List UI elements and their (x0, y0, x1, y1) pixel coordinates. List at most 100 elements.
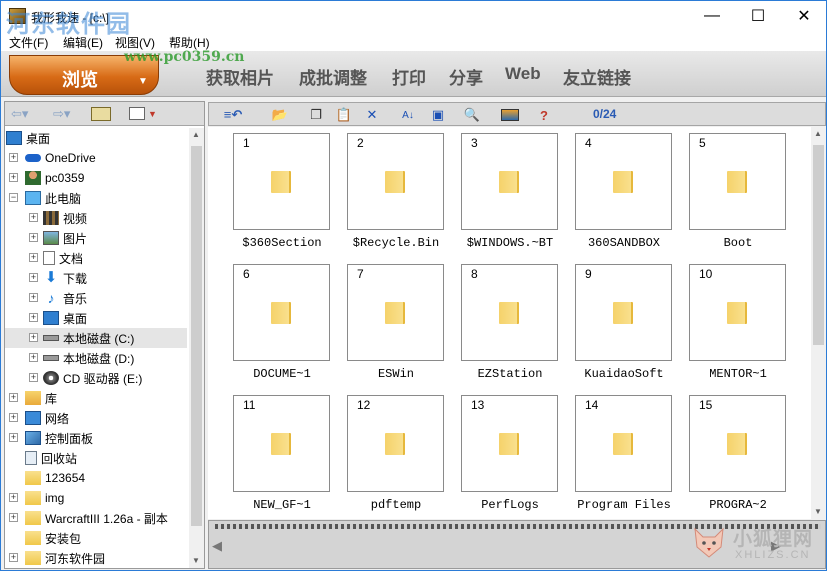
tree-item-downloads[interactable]: + ⬇ 下载 (5, 268, 87, 288)
tree-item-drive-d[interactable]: + 本地磁盘 (D:) (5, 348, 134, 368)
up-folder-icon[interactable] (91, 107, 111, 121)
thumbnail-frame[interactable]: 13 (461, 395, 558, 492)
tree-item-img[interactable]: + img (5, 488, 64, 508)
expand-icon[interactable]: + (29, 313, 38, 322)
thumbnail-frame[interactable]: 14 (575, 395, 672, 492)
expand-icon[interactable]: + (9, 153, 18, 162)
sort-order-icon[interactable]: ≡↶ (213, 106, 253, 124)
tree-item-onedrive[interactable]: + OneDrive (5, 148, 96, 168)
expand-icon[interactable]: + (9, 413, 18, 422)
thumbnail-frame[interactable]: 3 (461, 133, 558, 230)
tree-item-pictures[interactable]: + 图片 (5, 228, 87, 248)
thumbnail-frame[interactable]: 5 (689, 133, 786, 230)
tree-item-music[interactable]: + ♪ 音乐 (5, 288, 87, 308)
tab-share[interactable]: 分享 (449, 64, 483, 89)
thumbnail-item[interactable]: 15 PROGRA~2 (689, 395, 789, 515)
thumbnail-frame[interactable]: 12 (347, 395, 444, 492)
tree-scrollbar[interactable]: ▲ ▼ (189, 128, 204, 568)
expand-icon[interactable]: + (29, 273, 38, 282)
thumbnail-item[interactable]: 12 pdftemp (347, 395, 447, 515)
thumbnail-item[interactable]: 6 DOCUME~1 (233, 264, 333, 384)
thumbnail-frame[interactable]: 4 (575, 133, 672, 230)
scroll-down-icon[interactable]: ▼ (192, 556, 200, 565)
tab-print[interactable]: 打印 (392, 64, 426, 89)
tab-web[interactable]: Web (505, 64, 541, 84)
expand-icon[interactable]: + (9, 173, 18, 182)
expand-icon[interactable]: + (29, 213, 38, 222)
scroll-up-icon[interactable]: ▲ (192, 130, 200, 139)
maximize-button[interactable]: ☐ (735, 1, 781, 31)
thumbnail-scroll-thumb[interactable] (813, 145, 824, 345)
menu-edit[interactable]: 编辑(E) (63, 34, 103, 51)
thumbnail-item[interactable]: 9 KuaidaoSoft (575, 264, 675, 384)
sort-az-icon[interactable]: A↓ (399, 106, 417, 124)
tree-item-warcraft[interactable]: + WarcraftIII 1.26a - 副本 (5, 508, 168, 528)
view-mode-icon[interactable] (129, 107, 145, 120)
expand-icon[interactable]: + (29, 353, 38, 362)
thumbnail-frame[interactable]: 9 (575, 264, 672, 361)
film-left-arrow-icon[interactable]: ◀ (212, 538, 222, 554)
expand-icon[interactable]: + (9, 493, 18, 502)
delete-icon[interactable]: ✕ (363, 106, 381, 124)
scroll-up-icon[interactable]: ▲ (814, 129, 822, 138)
thumbnail-item[interactable]: 2 $Recycle.Bin (347, 133, 447, 253)
expand-icon[interactable]: + (9, 393, 18, 402)
expand-icon[interactable]: + (9, 433, 18, 442)
thumbnail-frame[interactable]: 10 (689, 264, 786, 361)
tree-item-control-panel[interactable]: + 控制面板 (5, 428, 93, 448)
thumbnail-frame[interactable]: 15 (689, 395, 786, 492)
close-button[interactable]: ✕ (781, 1, 827, 31)
thumbnail-item[interactable]: 4 360SANDBOX (575, 133, 675, 253)
thumbnail-item[interactable]: 1 $360Section (233, 133, 333, 253)
thumbnail-item[interactable]: 3 $WINDOWS.~BT (461, 133, 561, 253)
properties-icon[interactable]: ▣ (429, 106, 447, 124)
tree-item-network[interactable]: + 网络 (5, 408, 69, 428)
tree-item-installers[interactable]: 安装包 (5, 528, 81, 548)
thumbnail-frame[interactable]: 1 (233, 133, 330, 230)
expand-icon[interactable]: + (29, 333, 38, 342)
thumbnail-frame[interactable]: 11 (233, 395, 330, 492)
thumbnail-frame[interactable]: 6 (233, 264, 330, 361)
tab-get-photos[interactable]: 获取相片 (206, 64, 274, 89)
expand-icon[interactable]: + (29, 233, 38, 242)
thumbnail-scrollbar[interactable]: ▲ ▼ (811, 127, 826, 519)
tree-item-library[interactable]: + 库 (5, 388, 57, 408)
tree-item-123654[interactable]: 123654 (5, 468, 85, 488)
help-cursor-icon[interactable]: ? (535, 106, 553, 124)
tree-item-drive-c[interactable]: + 本地磁盘 (C:) (5, 328, 187, 348)
tree-item-hedong[interactable]: + 河东软件园 (5, 548, 105, 568)
tab-batch-adjust[interactable]: 成批调整 (299, 64, 367, 89)
tree-item-documents[interactable]: + 文档 (5, 248, 83, 268)
tree-item-desktop[interactable]: + 桌面 (5, 308, 87, 328)
minimize-button[interactable]: — (689, 1, 735, 31)
slideshow-icon[interactable] (501, 109, 519, 121)
tree-item-videos[interactable]: + 视频 (5, 208, 87, 228)
thumbnail-item[interactable]: 13 PerfLogs (461, 395, 561, 515)
tree-item-this-pc[interactable]: − 此电脑 (5, 188, 81, 208)
forward-arrow-icon[interactable]: ⇨▾ (53, 106, 70, 122)
tree-item-recycle-bin[interactable]: 回收站 (5, 448, 77, 468)
tree-item-cd-drive[interactable]: + CD 驱动器 (E:) (5, 368, 142, 388)
copy-icon[interactable]: ❐ (307, 106, 325, 124)
paste-icon[interactable]: 📋 (335, 106, 353, 124)
thumbnail-frame[interactable]: 7 (347, 264, 444, 361)
tree-item-pc0359[interactable]: + pc0359 (5, 168, 84, 188)
scroll-down-icon[interactable]: ▼ (814, 507, 822, 516)
thumbnail-item[interactable]: 7 ESWin (347, 264, 447, 384)
thumbnail-frame[interactable]: 8 (461, 264, 558, 361)
expand-icon[interactable]: + (9, 513, 18, 522)
find-icon[interactable]: 🔍 (463, 106, 481, 124)
expand-icon[interactable]: + (29, 373, 38, 382)
thumbnail-item[interactable]: 8 EZStation (461, 264, 561, 384)
expand-icon[interactable]: + (29, 253, 38, 262)
thumbnail-item[interactable]: 11 NEW_GF~1 (233, 395, 333, 515)
thumbnail-frame[interactable]: 2 (347, 133, 444, 230)
back-arrow-icon[interactable]: ⇦▾ (11, 106, 28, 122)
open-folder-icon[interactable]: 📂 (271, 106, 289, 124)
tab-ulead-links[interactable]: 友立链接 (563, 64, 631, 89)
view-mode-dropdown-icon[interactable]: ▼ (148, 106, 157, 122)
thumbnail-item[interactable]: 5 Boot (689, 133, 789, 253)
collapse-icon[interactable]: − (9, 193, 18, 202)
tree-scroll-thumb[interactable] (191, 146, 202, 526)
thumbnail-item[interactable]: 10 MENTOR~1 (689, 264, 789, 384)
